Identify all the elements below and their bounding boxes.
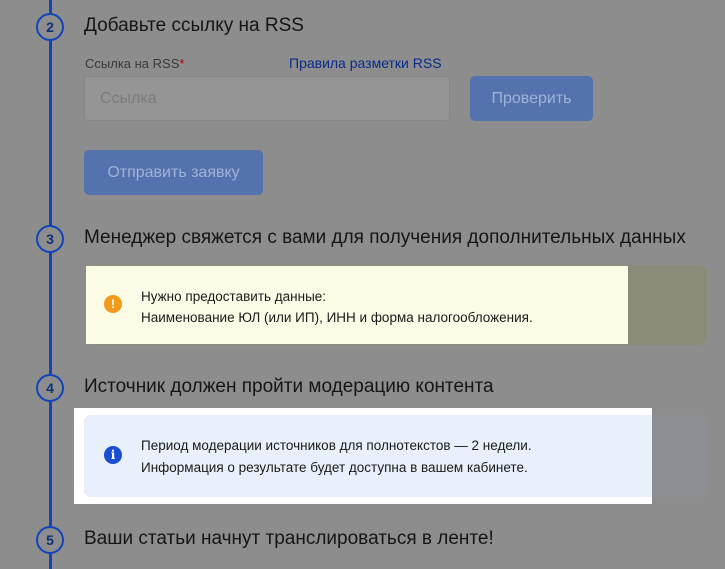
info-notice-text: Период модерации источников для полнотек…	[141, 435, 532, 479]
rss-label-text: Ссылка на RSS	[85, 56, 180, 71]
warning-line-2: Наименование ЮЛ (или ИП), ИНН и форма на…	[141, 310, 533, 325]
rss-rules-link[interactable]: Правила разметки RSS	[289, 55, 442, 71]
info-line-1: Период модерации источников для полнотек…	[141, 438, 532, 453]
info-icon: i	[104, 446, 122, 464]
check-button[interactable]: Проверить	[470, 76, 593, 121]
info-line-2: Информация о результате будет доступна в…	[141, 460, 528, 475]
rss-field-label: Ссылка на RSS*	[85, 56, 184, 71]
step-title-4: Источник должен пройти модерацию контент…	[84, 376, 494, 397]
warning-notice-text: Нужно предоставить данные: Наименование …	[141, 286, 533, 328]
step-number-5: 5	[36, 526, 64, 554]
timeline-line	[49, 0, 52, 569]
step-number-3: 3	[36, 225, 64, 253]
step-title-2: Добавьте ссылку на RSS	[84, 15, 304, 36]
step-title-5: Ваши статьи начнут транслироваться в лен…	[84, 528, 494, 549]
submit-request-button[interactable]: Отправить заявку	[84, 150, 263, 195]
warning-line-1: Нужно предоставить данные:	[141, 289, 327, 304]
step-number-2: 2	[36, 13, 64, 41]
step-number-4: 4	[36, 374, 64, 402]
rss-url-input[interactable]: Ссылка	[84, 76, 450, 121]
exclamation-icon: !	[104, 295, 122, 313]
required-mark: *	[179, 56, 185, 71]
step-title-3: Менеджер свяжется с вами для получения д…	[84, 227, 686, 248]
